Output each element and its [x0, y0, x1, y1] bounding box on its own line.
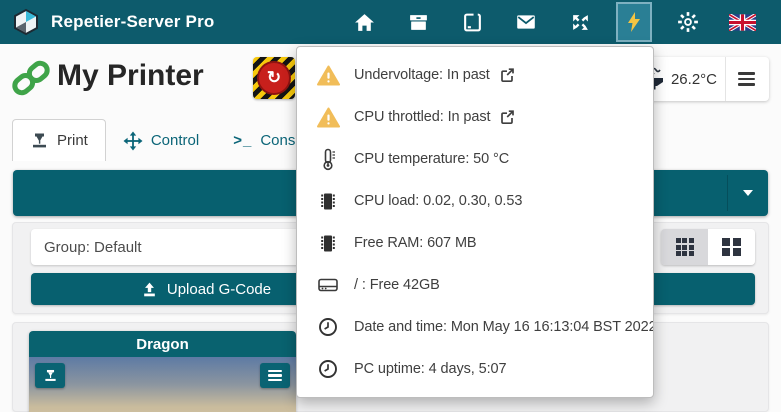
external-link-icon[interactable] [499, 109, 515, 125]
app-title: Repetier-Server Pro [51, 12, 214, 32]
external-link-icon[interactable] [499, 67, 515, 83]
status-label: / : Free 42GB [354, 277, 440, 293]
upload-icon [141, 281, 158, 298]
upload-gcode-label: Upload G-Code [167, 281, 271, 298]
gear-icon[interactable] [661, 0, 715, 44]
clock-icon [315, 359, 341, 379]
status-label: Free RAM: 607 MB [354, 235, 477, 251]
tablet-icon[interactable] [445, 0, 499, 44]
tab-control-label: Control [151, 132, 199, 149]
grid-small-view-button[interactable] [661, 229, 708, 265]
extruder-temperature: 26.2°C [671, 71, 717, 88]
warning-icon [315, 65, 341, 86]
expand-arrows-icon[interactable] [553, 0, 607, 44]
emergency-stop-icon: ↻ [257, 61, 291, 95]
print-file-button[interactable] [35, 363, 65, 388]
divider [725, 57, 726, 101]
status-row-disk-free: / : Free 42GB [297, 264, 653, 306]
envelope-icon[interactable] [499, 0, 553, 44]
grid-large-icon [722, 238, 741, 257]
app-logo [12, 8, 40, 36]
status-row-date-time: Date and time: Mon May 16 16:13:04 BST 2… [297, 306, 653, 348]
divider [727, 175, 728, 211]
status-row-cpu-load: CPU load: 0.02, 0.30, 0.53 [297, 180, 653, 222]
printer-menu-icon[interactable] [728, 62, 765, 96]
tab-control[interactable]: Control [106, 120, 216, 161]
gcode-preview-image [29, 357, 296, 412]
tab-print-label: Print [57, 132, 88, 149]
uk-flag-icon[interactable] [715, 0, 769, 44]
group-select-value: Group: Default [44, 239, 142, 256]
file-menu-button[interactable] [260, 363, 290, 388]
emergency-stop-button[interactable]: ↻ [253, 57, 295, 99]
status-row-pc-uptime: PC uptime: 4 days, 5:07 [297, 348, 653, 390]
repetier-server-page: Repetier-Server Pro [0, 0, 781, 412]
printer-icon [30, 131, 49, 150]
status-label: CPU throttled: In past [354, 109, 490, 125]
thermometer-icon [315, 148, 341, 171]
status-label: PC uptime: 4 days, 5:07 [354, 361, 506, 377]
gcode-file-name: Dragon [29, 331, 296, 357]
printer-icon [43, 368, 58, 383]
status-label: CPU load: 0.02, 0.30, 0.53 [354, 193, 522, 209]
status-row-cpu-throttled[interactable]: CPU throttled: In past [297, 96, 653, 138]
status-label: CPU temperature: 50 °C [354, 151, 509, 167]
status-row-undervoltage[interactable]: Undervoltage: In past [297, 54, 653, 96]
terminal-icon: >_ [233, 132, 252, 149]
page-title: My Printer [57, 59, 204, 93]
status-label: Date and time: Mon May 16 16:13:04 BST 2… [354, 319, 653, 335]
ram-chip-icon [315, 233, 341, 254]
clock-icon [315, 317, 341, 337]
move-arrows-icon [123, 131, 143, 151]
archive-box-icon[interactable] [391, 0, 445, 44]
gcode-file-tile[interactable]: Dragon [29, 331, 296, 412]
navbar-icon-group [337, 0, 769, 44]
menu-icon [268, 370, 282, 382]
status-row-free-ram: Free RAM: 607 MB [297, 222, 653, 264]
lightning-bolt-icon[interactable] [616, 2, 652, 42]
status-row-cpu-temperature: CPU temperature: 50 °C [297, 138, 653, 180]
system-status-dropdown: Undervoltage: In past CPU throttled: In … [296, 46, 654, 398]
printer-link-icon [9, 56, 53, 105]
grid-small-icon [676, 238, 694, 256]
home-icon[interactable] [337, 0, 391, 44]
view-mode-toggle [661, 229, 755, 265]
status-label: Undervoltage: In past [354, 67, 490, 83]
chevron-down-icon [743, 190, 753, 196]
grid-large-view-button[interactable] [708, 229, 755, 265]
hard-disk-icon [315, 276, 341, 294]
printer-tabs: Print Control >_ Console [12, 119, 332, 161]
tab-print[interactable]: Print [12, 119, 106, 161]
top-navbar: Repetier-Server Pro [0, 0, 781, 44]
warning-icon [315, 107, 341, 128]
cpu-chip-icon [315, 191, 341, 212]
